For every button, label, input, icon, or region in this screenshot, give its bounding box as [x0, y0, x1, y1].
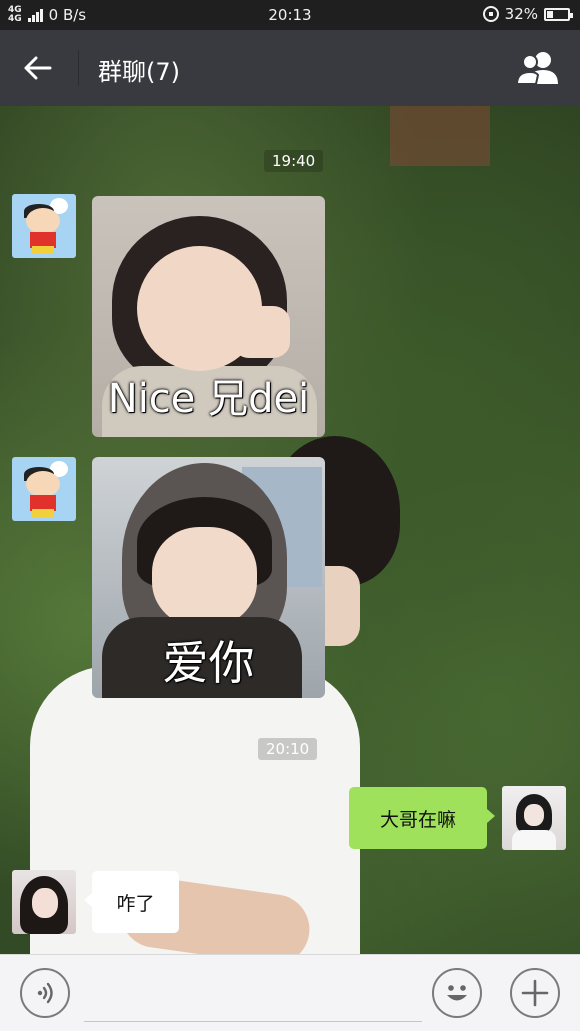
group-members-button[interactable]: [514, 46, 562, 90]
emoji-icon: [447, 985, 467, 1001]
more-button[interactable]: [510, 968, 560, 1018]
back-button[interactable]: [18, 48, 58, 88]
voice-input-button[interactable]: [20, 968, 70, 1018]
message-text: 咋了: [116, 892, 155, 915]
group-members-icon: [516, 52, 558, 85]
chat-area[interactable]: 19:40 Nice 兄dei 爱你 20:10 大哥在嘛 咋了: [0, 106, 580, 954]
timestamp: 20:10: [258, 738, 318, 760]
status-right: 32%: [482, 5, 573, 23]
battery-icon: [544, 7, 573, 21]
sticker-message[interactable]: Nice 兄dei: [92, 196, 325, 437]
chat-title: 群聊(7): [98, 58, 180, 86]
plus-icon: [521, 979, 549, 1007]
sticker-caption: 爱你: [162, 636, 255, 690]
back-arrow-icon: [24, 56, 52, 80]
emoji-button[interactable]: [432, 968, 482, 1018]
timestamp: 19:40: [264, 150, 324, 172]
incoming-message-bubble[interactable]: 咋了: [84, 871, 179, 933]
voice-input-icon: [37, 982, 53, 1004]
message-input[interactable]: [84, 969, 422, 1022]
crayon-shin-chan-avatar[interactable]: [12, 457, 76, 521]
message-text: 大哥在嘛: [379, 808, 456, 831]
wallpaper-fence: [390, 106, 490, 166]
rotation-lock-icon: [482, 6, 499, 22]
sticker-message[interactable]: 爱你: [92, 457, 325, 698]
hooded-user-avatar[interactable]: [502, 786, 566, 850]
girl-avatar[interactable]: [12, 870, 76, 934]
chat-header: 群聊(7): [0, 30, 580, 106]
outgoing-message-bubble[interactable]: 大哥在嘛: [349, 787, 495, 849]
crayon-shin-chan-avatar[interactable]: [12, 194, 76, 258]
header-divider: [78, 50, 79, 86]
sticker-caption: Nice 兄dei: [107, 376, 310, 422]
battery-percent: 32%: [504, 5, 538, 23]
status-bar: 4G 4G 0 B/s 20:13 32%: [0, 0, 580, 30]
input-bar: [0, 954, 580, 1031]
